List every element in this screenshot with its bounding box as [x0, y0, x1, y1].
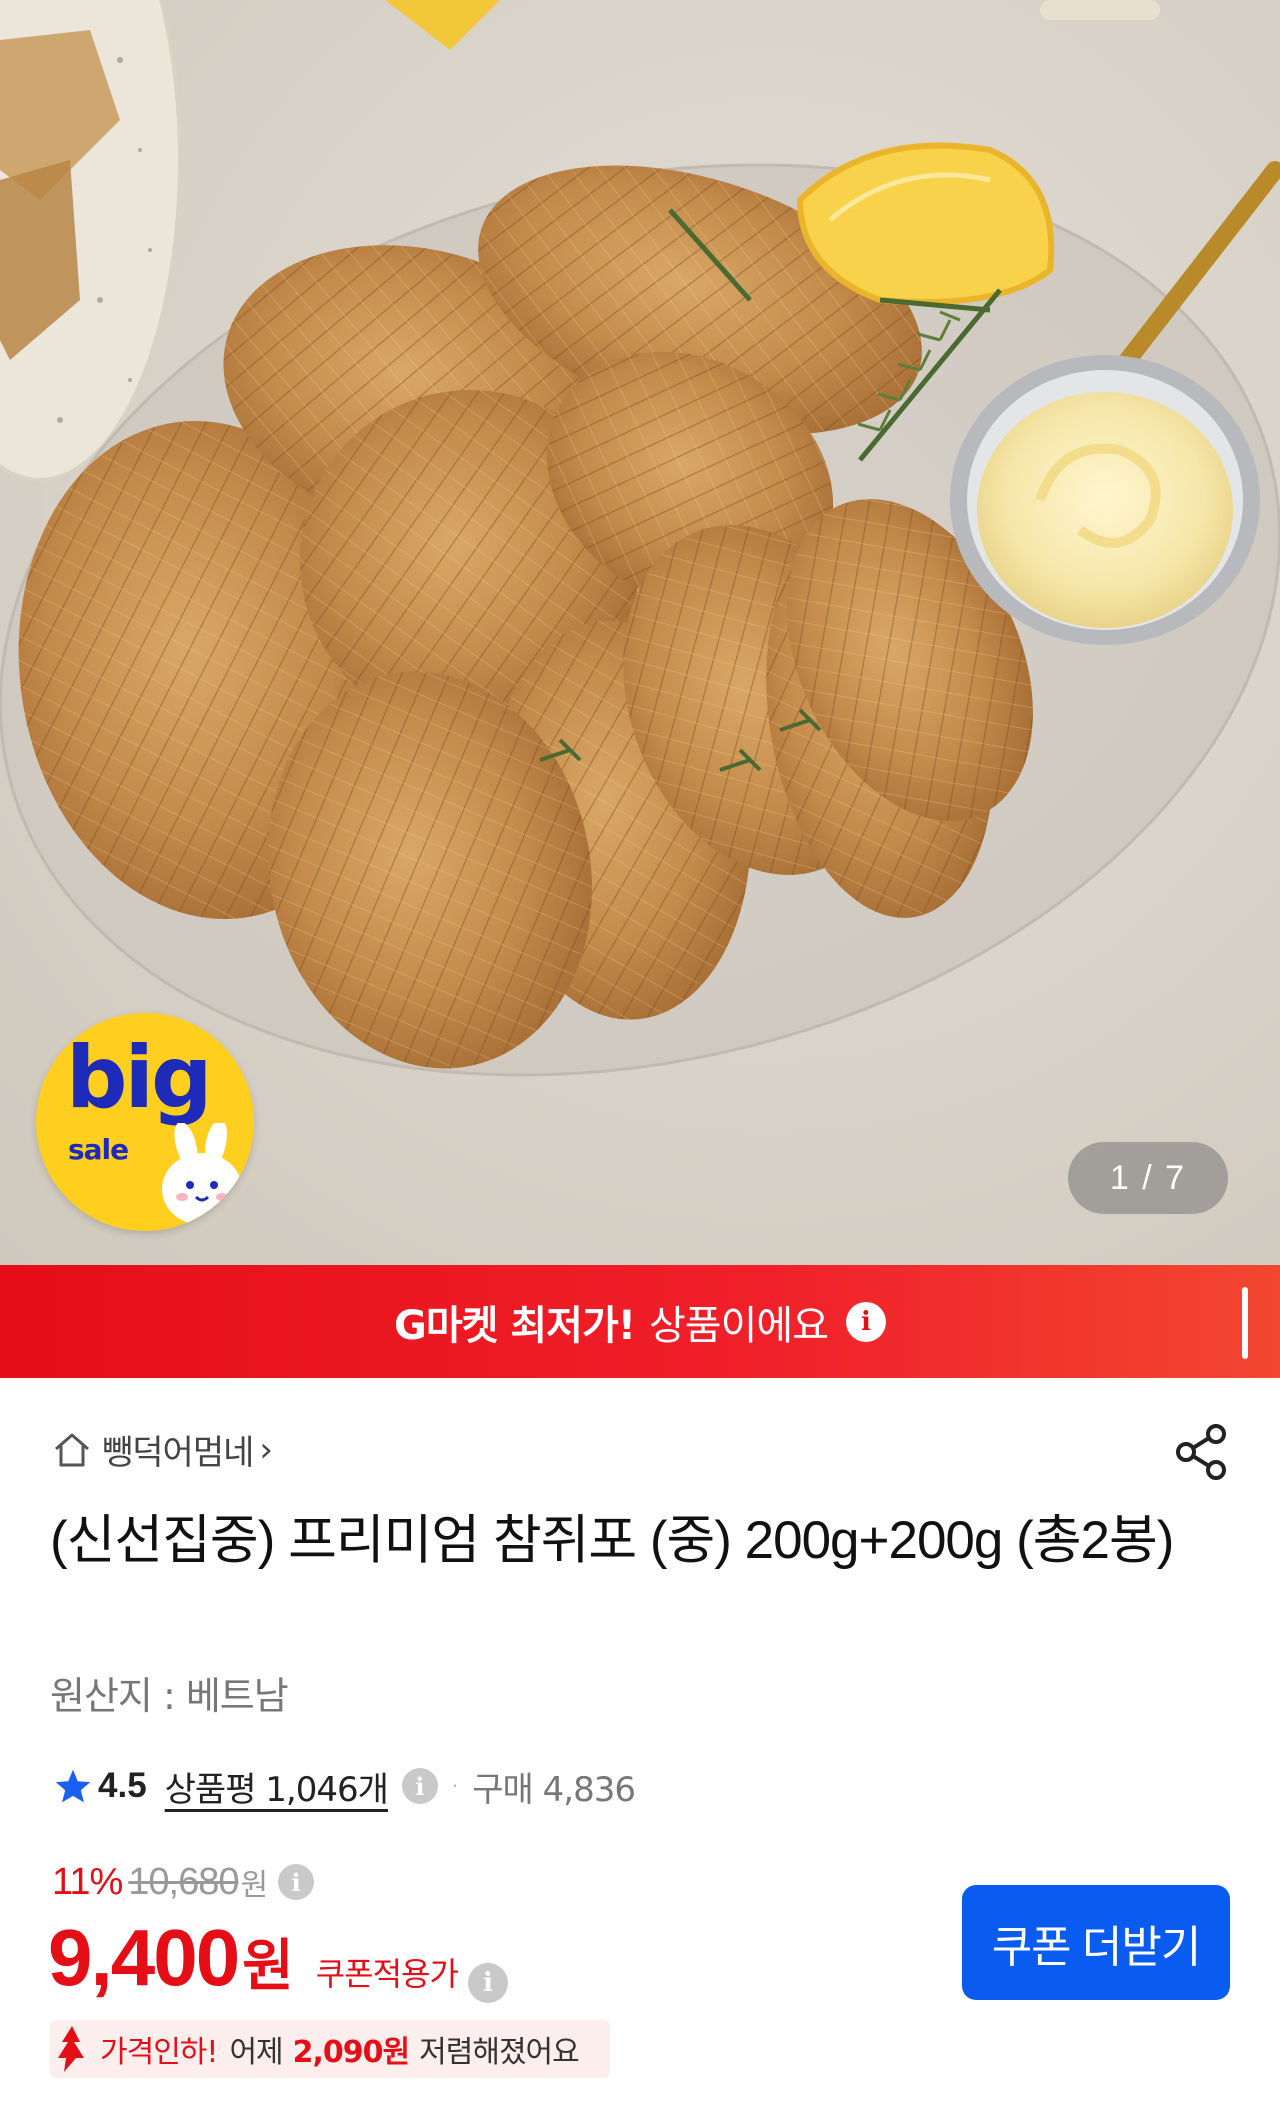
- star-icon: [55, 1769, 91, 1803]
- product-image[interactable]: big sale 1 / 7: [0, 0, 1280, 1265]
- share-icon[interactable]: [1172, 1422, 1232, 1482]
- price-drop-text-after: 저렴해졌어요: [419, 2035, 580, 2070]
- discount-row: 11% 10,680 원 i: [52, 1860, 315, 1904]
- seller-link[interactable]: 뺑덕어멈네 ›: [52, 1425, 273, 1474]
- banner-scroll-indicator: [1242, 1287, 1248, 1359]
- chevron-right-icon: ›: [259, 1429, 274, 1470]
- price-down-arrow-icon: [58, 2026, 84, 2072]
- product-title: (신선집중) 프리미엄 참쥐포 (중) 200g+200g (총2봉): [50, 1511, 1174, 1570]
- image-pager: 1 / 7: [1068, 1142, 1228, 1214]
- coupon-price-tag: 쿠폰적용가: [315, 1955, 459, 1993]
- banner-brand-text: G마켓 최저가!: [394, 1302, 636, 1349]
- original-price-unit: 원: [240, 1868, 269, 1903]
- info-icon[interactable]: i: [401, 1768, 438, 1804]
- reviews-link[interactable]: 상품평 1,046개: [165, 1762, 389, 1811]
- info-icon[interactable]: i: [467, 1963, 508, 2003]
- price-row: 9,400 원 쿠폰적용가 i: [48, 1912, 508, 2004]
- home-icon: [55, 1433, 89, 1466]
- purchase-count: 구매 4,836: [472, 1769, 636, 1810]
- sale-price-unit: 원: [242, 1934, 294, 1999]
- price-drop-prefix: 가격인하!: [100, 2035, 218, 2070]
- original-price: 10,680: [128, 1860, 239, 1903]
- lowest-price-banner[interactable]: G마켓 최저가! 상품이에요 i: [0, 1265, 1280, 1378]
- discount-percent: 11%: [52, 1860, 123, 1903]
- big-sale-badge: big sale: [36, 1013, 254, 1231]
- bunny-icon: [162, 1123, 242, 1225]
- price-drop-notice: 가격인하! 어제 2,090원 저렴해졌어요: [50, 2020, 610, 2078]
- sale-price: 9,400: [48, 1913, 240, 2002]
- separator-dot: ·: [451, 1774, 459, 1798]
- price-drop-amount: 2,090원: [292, 2035, 410, 2070]
- info-icon[interactable]: i: [846, 1301, 886, 1342]
- badge-big-text: big: [66, 1028, 213, 1128]
- get-more-coupons-button[interactable]: 쿠폰 더받기: [962, 1885, 1230, 2000]
- price-drop-text-before: 어제: [229, 2035, 283, 2070]
- banner-rest-text: 상품이에요: [649, 1302, 829, 1349]
- rating-score: 4.5: [98, 1766, 147, 1805]
- rating-row: 4.5 상품평 1,046개 i · 구매 4,836: [54, 1760, 636, 1812]
- info-icon[interactable]: i: [278, 1864, 315, 1900]
- badge-sale-text: sale: [68, 1133, 129, 1166]
- product-origin: 원산지 : 베트남: [50, 1674, 289, 1718]
- seller-name: 뺑덕어멈네: [102, 1433, 254, 1473]
